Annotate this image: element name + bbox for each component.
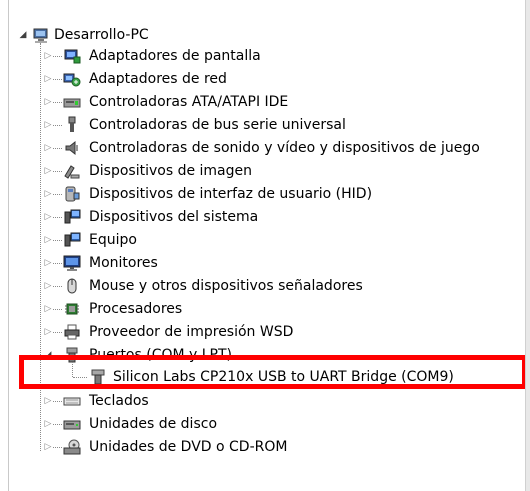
expand-arrow-icon[interactable]: ▷ (43, 119, 53, 131)
scrollbar-edge[interactable] (525, 0, 530, 491)
expand-arrow-icon[interactable]: ▷ (43, 188, 53, 200)
expand-arrow-icon[interactable]: ▷ (43, 73, 53, 85)
hid-device-icon (63, 185, 81, 203)
tree-item-disk-drives[interactable]: ▷ Unidades de disco (0, 413, 520, 435)
tree-item-network-adapters[interactable]: ▷ Adaptadores de red (0, 68, 520, 90)
device-manager-tree: ◢ Desarrollo-PC ▷ Adaptadores de pantall… (0, 0, 530, 491)
computer-icon (32, 26, 50, 44)
tree-item-dvd-drives[interactable]: ▷ Unidades de DVD o CD-ROM (0, 436, 520, 458)
expand-arrow-icon[interactable]: ▷ (43, 441, 53, 453)
tree-item-label: Adaptadores de red (89, 71, 227, 87)
monitor-icon (63, 254, 81, 272)
expand-arrow-icon[interactable]: ▷ (43, 96, 53, 108)
tree-item-monitors[interactable]: ▷ Monitores (0, 252, 520, 274)
tree-item-label: Teclados (89, 393, 149, 409)
tree-item-label: Monitores (89, 255, 158, 271)
tree-item-display-adapters[interactable]: ▷ Adaptadores de pantalla (0, 45, 520, 67)
tree-item-label: Procesadores (89, 301, 183, 317)
mouse-icon (63, 277, 81, 295)
tree-item-label: Controladoras ATA/ATAPI IDE (89, 94, 289, 110)
expand-arrow-icon[interactable]: ▷ (43, 234, 53, 246)
computer-icon (63, 231, 81, 249)
ide-controller-icon (63, 93, 81, 111)
dvd-drive-icon (63, 438, 81, 456)
tree-item-mice[interactable]: ▷ Mouse y otros dispositivos señaladores (0, 275, 520, 297)
tree-item-label: Proveedor de impresión WSD (89, 324, 294, 340)
disk-drive-icon (63, 415, 81, 433)
tree-item-imaging-devices[interactable]: ▷ Dispositivos de imagen (0, 160, 520, 182)
expand-arrow-icon[interactable]: ▷ (43, 280, 53, 292)
system-device-icon (63, 208, 81, 226)
tree-item-cp210x-com9[interactable]: Silicon Labs CP210x USB to UART Bridge (… (0, 366, 520, 388)
expand-arrow-icon[interactable]: ▷ (43, 142, 53, 154)
tree-item-label: Adaptadores de pantalla (89, 48, 261, 64)
expand-arrow-icon[interactable]: ▷ (43, 165, 53, 177)
tree-item-label: Puertos (COM y LPT) (89, 347, 233, 363)
processor-icon (63, 300, 81, 318)
tree-item-processors[interactable]: ▷ Procesadores (0, 298, 520, 320)
tree-item-hid-devices[interactable]: ▷ Dispositivos de interfaz de usuario (H… (0, 183, 520, 205)
tree-item-computer[interactable]: ▷ Equipo (0, 229, 520, 251)
expand-arrow-icon[interactable]: ▷ (43, 395, 53, 407)
tree-item-label: Silicon Labs CP210x USB to UART Bridge (… (113, 369, 454, 385)
tree-item-ports[interactable]: ◢ Puertos (COM y LPT) (0, 344, 520, 366)
tree-item-usb-controllers[interactable]: ▷ Controladoras de bus serie universal (0, 114, 520, 136)
keyboard-icon (63, 392, 81, 410)
tree-item-sound-controllers[interactable]: ▷ Controladoras de sonido y vídeo y disp… (0, 137, 520, 159)
tree-item-keyboards[interactable]: ▷ Teclados (0, 390, 520, 412)
tree-item-label: Dispositivos de imagen (89, 163, 253, 179)
network-adapter-icon (63, 70, 81, 88)
speaker-icon (63, 139, 81, 157)
collapse-arrow-icon[interactable]: ◢ (18, 29, 28, 41)
expand-arrow-icon[interactable]: ▷ (43, 211, 53, 223)
tree-item-label: Controladoras de bus serie universal (89, 117, 346, 133)
expand-arrow-icon[interactable]: ▷ (43, 418, 53, 430)
tree-root-row[interactable]: ◢ Desarrollo-PC (0, 24, 520, 46)
tree-item-system-devices[interactable]: ▷ Dispositivos del sistema (0, 206, 520, 228)
display-adapter-icon (63, 47, 81, 65)
tree-root-label: Desarrollo-PC (54, 27, 149, 43)
expand-arrow-icon[interactable]: ▷ (43, 50, 53, 62)
expand-arrow-icon[interactable]: ▷ (43, 326, 53, 338)
tree-item-ide-controllers[interactable]: ▷ Controladoras ATA/ATAPI IDE (0, 91, 520, 113)
expand-arrow-icon[interactable]: ▷ (43, 257, 53, 269)
tree-item-label: Equipo (89, 232, 137, 248)
tree-item-label: Controladoras de sonido y vídeo y dispos… (89, 140, 480, 156)
collapse-arrow-icon[interactable]: ◢ (43, 349, 53, 361)
tree-item-label: Dispositivos de interfaz de usuario (HID… (89, 186, 373, 202)
printer-icon (63, 323, 81, 341)
serial-port-icon (89, 368, 107, 386)
tree-item-wsd-print-provider[interactable]: ▷ Proveedor de impresión WSD (0, 321, 520, 343)
camera-icon (63, 162, 81, 180)
tree-item-label: Unidades de DVD o CD-ROM (89, 439, 288, 455)
tree-item-label: Dispositivos del sistema (89, 209, 259, 225)
expand-arrow-icon[interactable]: ▷ (43, 303, 53, 315)
tree-item-label: Mouse y otros dispositivos señaladores (89, 278, 363, 294)
usb-controller-icon (63, 116, 81, 134)
tree-item-label: Unidades de disco (89, 416, 218, 432)
